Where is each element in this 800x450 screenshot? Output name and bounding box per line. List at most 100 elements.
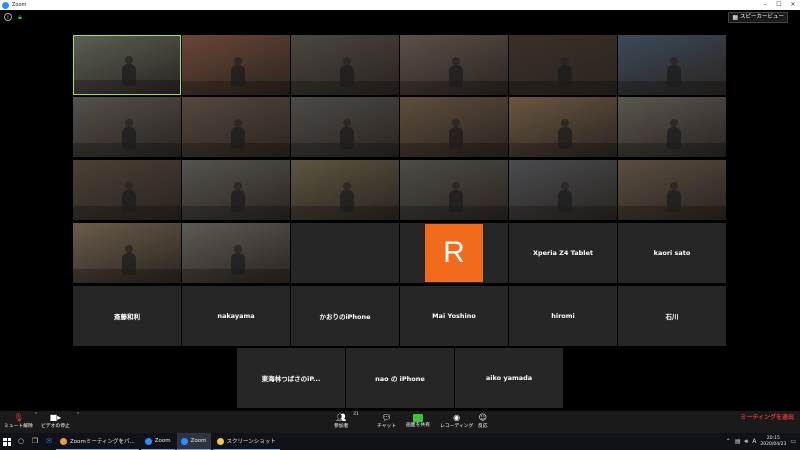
participant-video-tile[interactable]: [291, 97, 399, 157]
task-view-icon[interactable]: ❐: [28, 433, 42, 450]
window-titlebar: Zoom – ☐ ✕: [0, 0, 800, 10]
meeting-toolbar: 🎙︎ ミュート解除 ⌃ ■▸ ビデオの停止 ⌃ 👥︎ 参加者 31 💬︎ チャッ…: [0, 411, 800, 440]
network-icon[interactable]: ▤: [735, 438, 741, 445]
participant-name-tile[interactable]: nao の iPhone: [346, 348, 454, 408]
participant-video-tile[interactable]: [73, 35, 181, 95]
share-screen-button[interactable]: 画面を共有: [406, 412, 430, 429]
chevron-up-icon: ⌃: [34, 412, 39, 418]
participant-name-tile[interactable]: 東海林つばさのiP...: [237, 348, 345, 408]
participant-video-tile[interactable]: [509, 160, 617, 220]
reactions-label: 反応: [478, 424, 488, 429]
windows-logo-icon: [3, 437, 11, 446]
participant-video-tile[interactable]: [509, 97, 617, 157]
participant-video-tile[interactable]: [400, 97, 508, 157]
chat-button[interactable]: 💬︎ チャット: [377, 412, 396, 430]
search-icon[interactable]: ○: [14, 433, 28, 450]
record-button[interactable]: ◉ レコーディング: [440, 412, 473, 430]
person-figure: [557, 65, 572, 87]
person-head: [233, 245, 242, 253]
participant-video-tile[interactable]: [73, 223, 181, 283]
participant-video-tile[interactable]: [291, 35, 399, 95]
info-icon[interactable]: i: [4, 13, 12, 21]
share-screen-icon: [413, 414, 423, 422]
video-options-caret[interactable]: ⌃: [76, 412, 80, 418]
taskbar-app[interactable]: Zoomミーティングをパ...: [56, 433, 139, 450]
leave-meeting-button[interactable]: ミーティングを退出: [740, 414, 794, 422]
participant-name-tile[interactable]: 斎藤和利: [73, 286, 181, 346]
participant-video-tile[interactable]: [400, 35, 508, 95]
person-head: [451, 182, 460, 190]
person-figure: [557, 127, 572, 149]
start-button[interactable]: [0, 433, 14, 450]
participant-name-tile[interactable]: hiromi: [509, 286, 617, 346]
person-figure: [230, 190, 245, 212]
participant-name-tile[interactable]: かおりのiPhone: [291, 286, 399, 346]
person-figure: [339, 65, 354, 87]
audio-options-caret[interactable]: ⌃: [34, 412, 38, 418]
person-figure: [666, 190, 681, 212]
person-figure: [230, 127, 245, 149]
outlook-icon[interactable]: ✉: [42, 433, 56, 450]
close-icon[interactable]: ✕: [786, 0, 800, 10]
window-title: Zoom: [12, 2, 27, 8]
unmute-button[interactable]: 🎙︎ ミュート解除: [4, 412, 33, 430]
participants-label: 参加者: [334, 424, 349, 429]
participant-name-tile[interactable]: nakayama: [182, 286, 290, 346]
participant-name: nakayama: [217, 312, 255, 320]
ime-indicator[interactable]: A: [752, 438, 756, 445]
participant-video-tile[interactable]: [291, 160, 399, 220]
participant-name-tile[interactable]: kaori sato: [618, 223, 726, 283]
volume-icon[interactable]: 🔊︎: [745, 438, 749, 446]
participant-video-tile[interactable]: [618, 97, 726, 157]
participant-video-tile[interactable]: [182, 160, 290, 220]
speaker-view-label: スピーカービュー: [739, 14, 784, 20]
participant-video-tile[interactable]: [182, 97, 290, 157]
participant-video-tile[interactable]: [182, 223, 290, 283]
video-camera-icon: ■▸: [49, 413, 62, 422]
participant-video-tile[interactable]: [400, 160, 508, 220]
person-head: [124, 245, 133, 253]
window-controls: – ☐ ✕: [758, 0, 800, 10]
participant-video-tile[interactable]: [509, 35, 617, 95]
speaker-view-icon: ▦: [732, 14, 738, 21]
participant-name-tile[interactable]: Xperia Z4 Tablet: [509, 223, 617, 283]
participant-name: hiromi: [551, 312, 575, 320]
participants-button[interactable]: 👥︎ 参加者: [334, 412, 348, 430]
participant-video-tile[interactable]: [73, 160, 181, 220]
person-figure: [121, 127, 136, 149]
speaker-view-button[interactable]: ▦ スピーカービュー: [728, 12, 788, 23]
person-head: [342, 182, 351, 190]
person-figure: [557, 190, 572, 212]
lock-icon[interactable]: 🔒︎: [16, 13, 24, 21]
system-tray: ⌃ ▤ 🔊︎ A 20:15 2020/04/23 ▭: [726, 436, 800, 448]
taskbar-app[interactable]: Zoom: [140, 433, 175, 450]
tray-chevron-icon[interactable]: ⌃: [726, 438, 731, 445]
reactions-button[interactable]: ☺ 反応: [478, 412, 488, 430]
person-figure: [448, 190, 463, 212]
taskbar-app[interactable]: Zoom: [176, 433, 211, 450]
taskbar-app[interactable]: スクリーンショット: [212, 433, 280, 450]
participants-count: 31: [353, 412, 359, 417]
participant-video-tile[interactable]: [618, 35, 726, 95]
participant-video-off-tile[interactable]: [291, 223, 399, 283]
participant-video-tile[interactable]: [618, 160, 726, 220]
chat-bubble-icon: 💬︎: [381, 413, 392, 422]
maximize-icon[interactable]: ☐: [772, 0, 786, 10]
participant-name: nao の iPhone: [375, 375, 425, 383]
share-label: 画面を共有: [406, 423, 430, 428]
windows-taskbar: ○ ❐ ✉ Zoomミーティングをパ... Zoom Zoom スクリーンショット ⌃…: [0, 433, 800, 450]
notification-center-icon[interactable]: ▭: [790, 438, 796, 445]
participant-name-tile[interactable]: 石川: [618, 286, 726, 346]
participant-name-tile[interactable]: Mai Yoshino: [400, 286, 508, 346]
person-head: [342, 119, 351, 127]
participant-video-tile[interactable]: [182, 35, 290, 95]
person-figure: [448, 65, 463, 87]
participant-video-tile[interactable]: [73, 97, 181, 157]
person-head: [669, 119, 678, 127]
minimize-icon[interactable]: –: [758, 0, 772, 10]
participant-name-tile[interactable]: aiko yamada: [455, 348, 563, 408]
stop-video-button[interactable]: ■▸ ビデオの停止: [41, 412, 70, 430]
app-icon: [144, 437, 152, 445]
participant-avatar-tile[interactable]: R: [400, 223, 508, 283]
taskbar-clock[interactable]: 20:15 2020/04/23: [760, 436, 786, 448]
